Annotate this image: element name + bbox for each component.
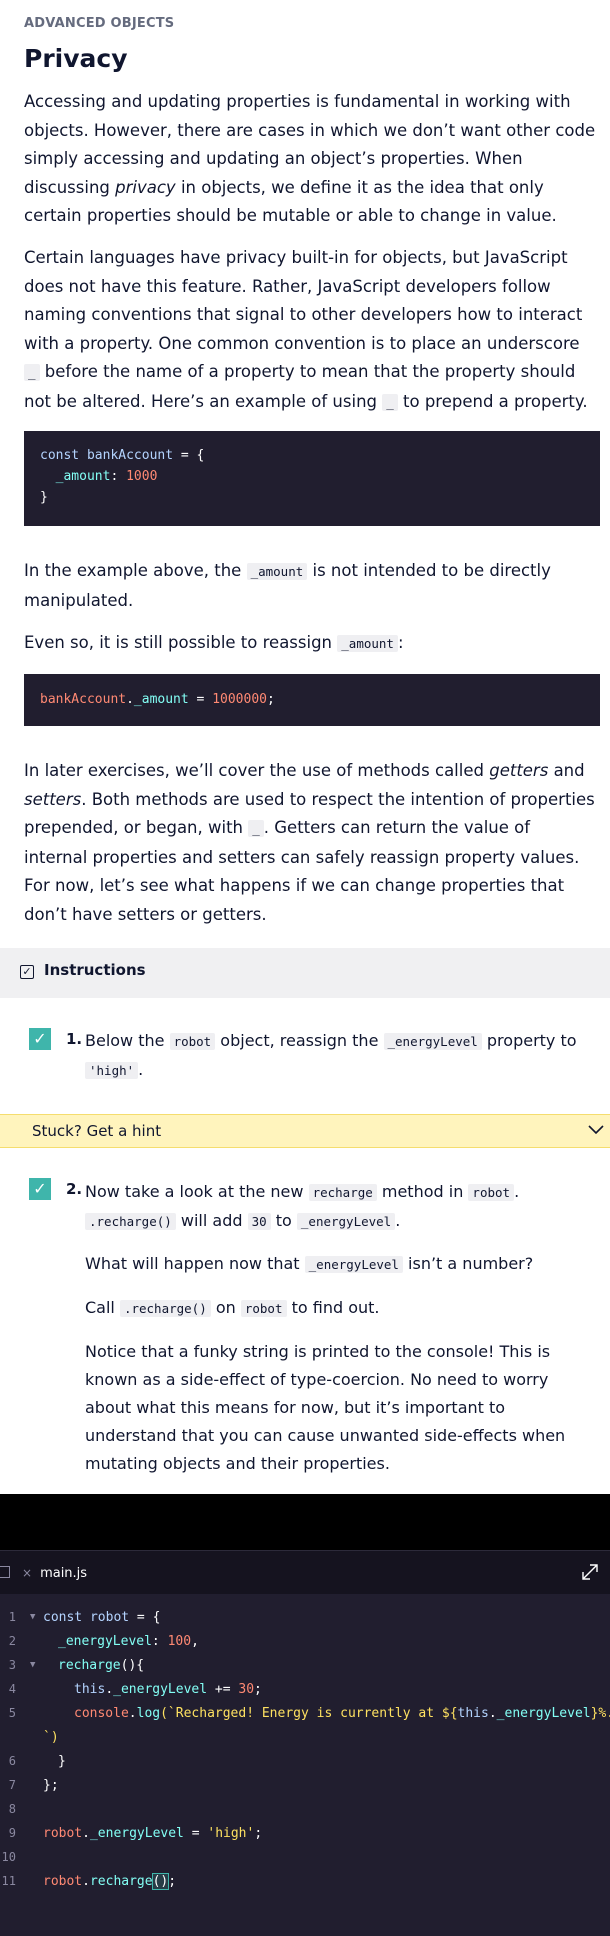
lesson-eyebrow: ADVANCED OBJECTS — [24, 16, 175, 31]
tab-main-js[interactable]: × main.js — [22, 1551, 87, 1595]
task-1-text: Below the robot object, reassign the _en… — [85, 1031, 577, 1079]
line-number: 7 — [8, 1778, 16, 1792]
task-1-checkbox[interactable]: ✓ — [29, 1028, 51, 1050]
line-number: 9 — [8, 1826, 16, 1840]
fold-arrow-icon[interactable]: ▼ — [30, 1612, 35, 1622]
task-2-explanation: Notice that a funky string is printed to… — [85, 1342, 566, 1473]
editor-tab-bar: × main.js — [0, 1550, 610, 1594]
line-number: 6 — [8, 1754, 16, 1768]
line-number: 4 — [8, 1682, 16, 1696]
paragraph-getters-setters: In later exercises, we’ll cover the use … — [24, 761, 595, 924]
code-line-3: recharge(){ — [58, 1658, 145, 1673]
code-example-bank-account: const bankAccount = { _amount: 1000 } — [24, 431, 600, 526]
code-example-reassign: bankAccount._amount = 1000000; — [24, 674, 600, 726]
paragraph-example-note: In the example above, the _amount is not… — [24, 561, 551, 610]
page-title: Privacy — [24, 44, 128, 73]
chevron-down-icon — [586, 1119, 606, 1144]
code-editor[interactable]: × main.js 1 ▼ const robot = { 2 _energyLe… — [0, 1550, 610, 1936]
code-line-9: robot._energyLevel = 'high'; — [43, 1826, 263, 1841]
code-line-5-wrap: `) — [43, 1730, 59, 1745]
code-line-1: const robot = { — [43, 1610, 161, 1625]
code-line-4: this._energyLevel += 30; — [74, 1682, 262, 1697]
line-number: 1 — [8, 1610, 16, 1624]
task-2-text: Now take a look at the new recharge meth… — [85, 1182, 520, 1230]
task-2-question: What will happen now that _energyLevel i… — [85, 1254, 534, 1273]
code-line-5: console.log(`Recharged! Energy is curren… — [74, 1706, 610, 1721]
intro-paragraph-2: Certain languages have privacy built-in … — [24, 248, 588, 411]
code-line-11: robot.recharge(); — [43, 1873, 177, 1890]
intro-paragraph-1: Accessing and updating properties is fun… — [24, 92, 596, 225]
line-number: 11 — [1, 1874, 16, 1888]
text-cursor: () — [151, 1873, 170, 1890]
expand-icon[interactable] — [580, 1562, 600, 1582]
hint-toggle[interactable]: Stuck? Get a hint — [0, 1114, 610, 1148]
line-number: 10 — [1, 1850, 16, 1864]
line-number: 8 — [8, 1802, 16, 1816]
task-2-checkbox[interactable]: ✓ — [29, 1178, 51, 1200]
panel-divider — [0, 1494, 610, 1550]
code-line-6: } — [58, 1754, 66, 1769]
file-tree-icon[interactable] — [0, 1566, 10, 1578]
line-number: 5 — [8, 1706, 16, 1720]
line-number: 2 — [8, 1634, 16, 1648]
hint-label: Stuck? Get a hint — [32, 1122, 162, 1140]
line-number: 3 — [8, 1658, 16, 1672]
checklist-icon: ✓ — [20, 965, 34, 979]
task-1-number: 1. — [66, 1030, 83, 1048]
tab-label: main.js — [40, 1566, 88, 1581]
code-line-7: }; — [43, 1778, 59, 1793]
fold-arrow-icon[interactable]: ▼ — [30, 1660, 35, 1670]
task-2-number: 2. — [66, 1180, 83, 1198]
paragraph-reassign-note: Even so, it is still possible to reassig… — [24, 633, 404, 652]
close-icon[interactable]: × — [22, 1566, 32, 1580]
task-2-call-instruction: Call .recharge() on robot to find out. — [85, 1298, 380, 1317]
instructions-label: Instructions — [44, 961, 146, 979]
code-line-2: _energyLevel: 100, — [58, 1634, 199, 1649]
